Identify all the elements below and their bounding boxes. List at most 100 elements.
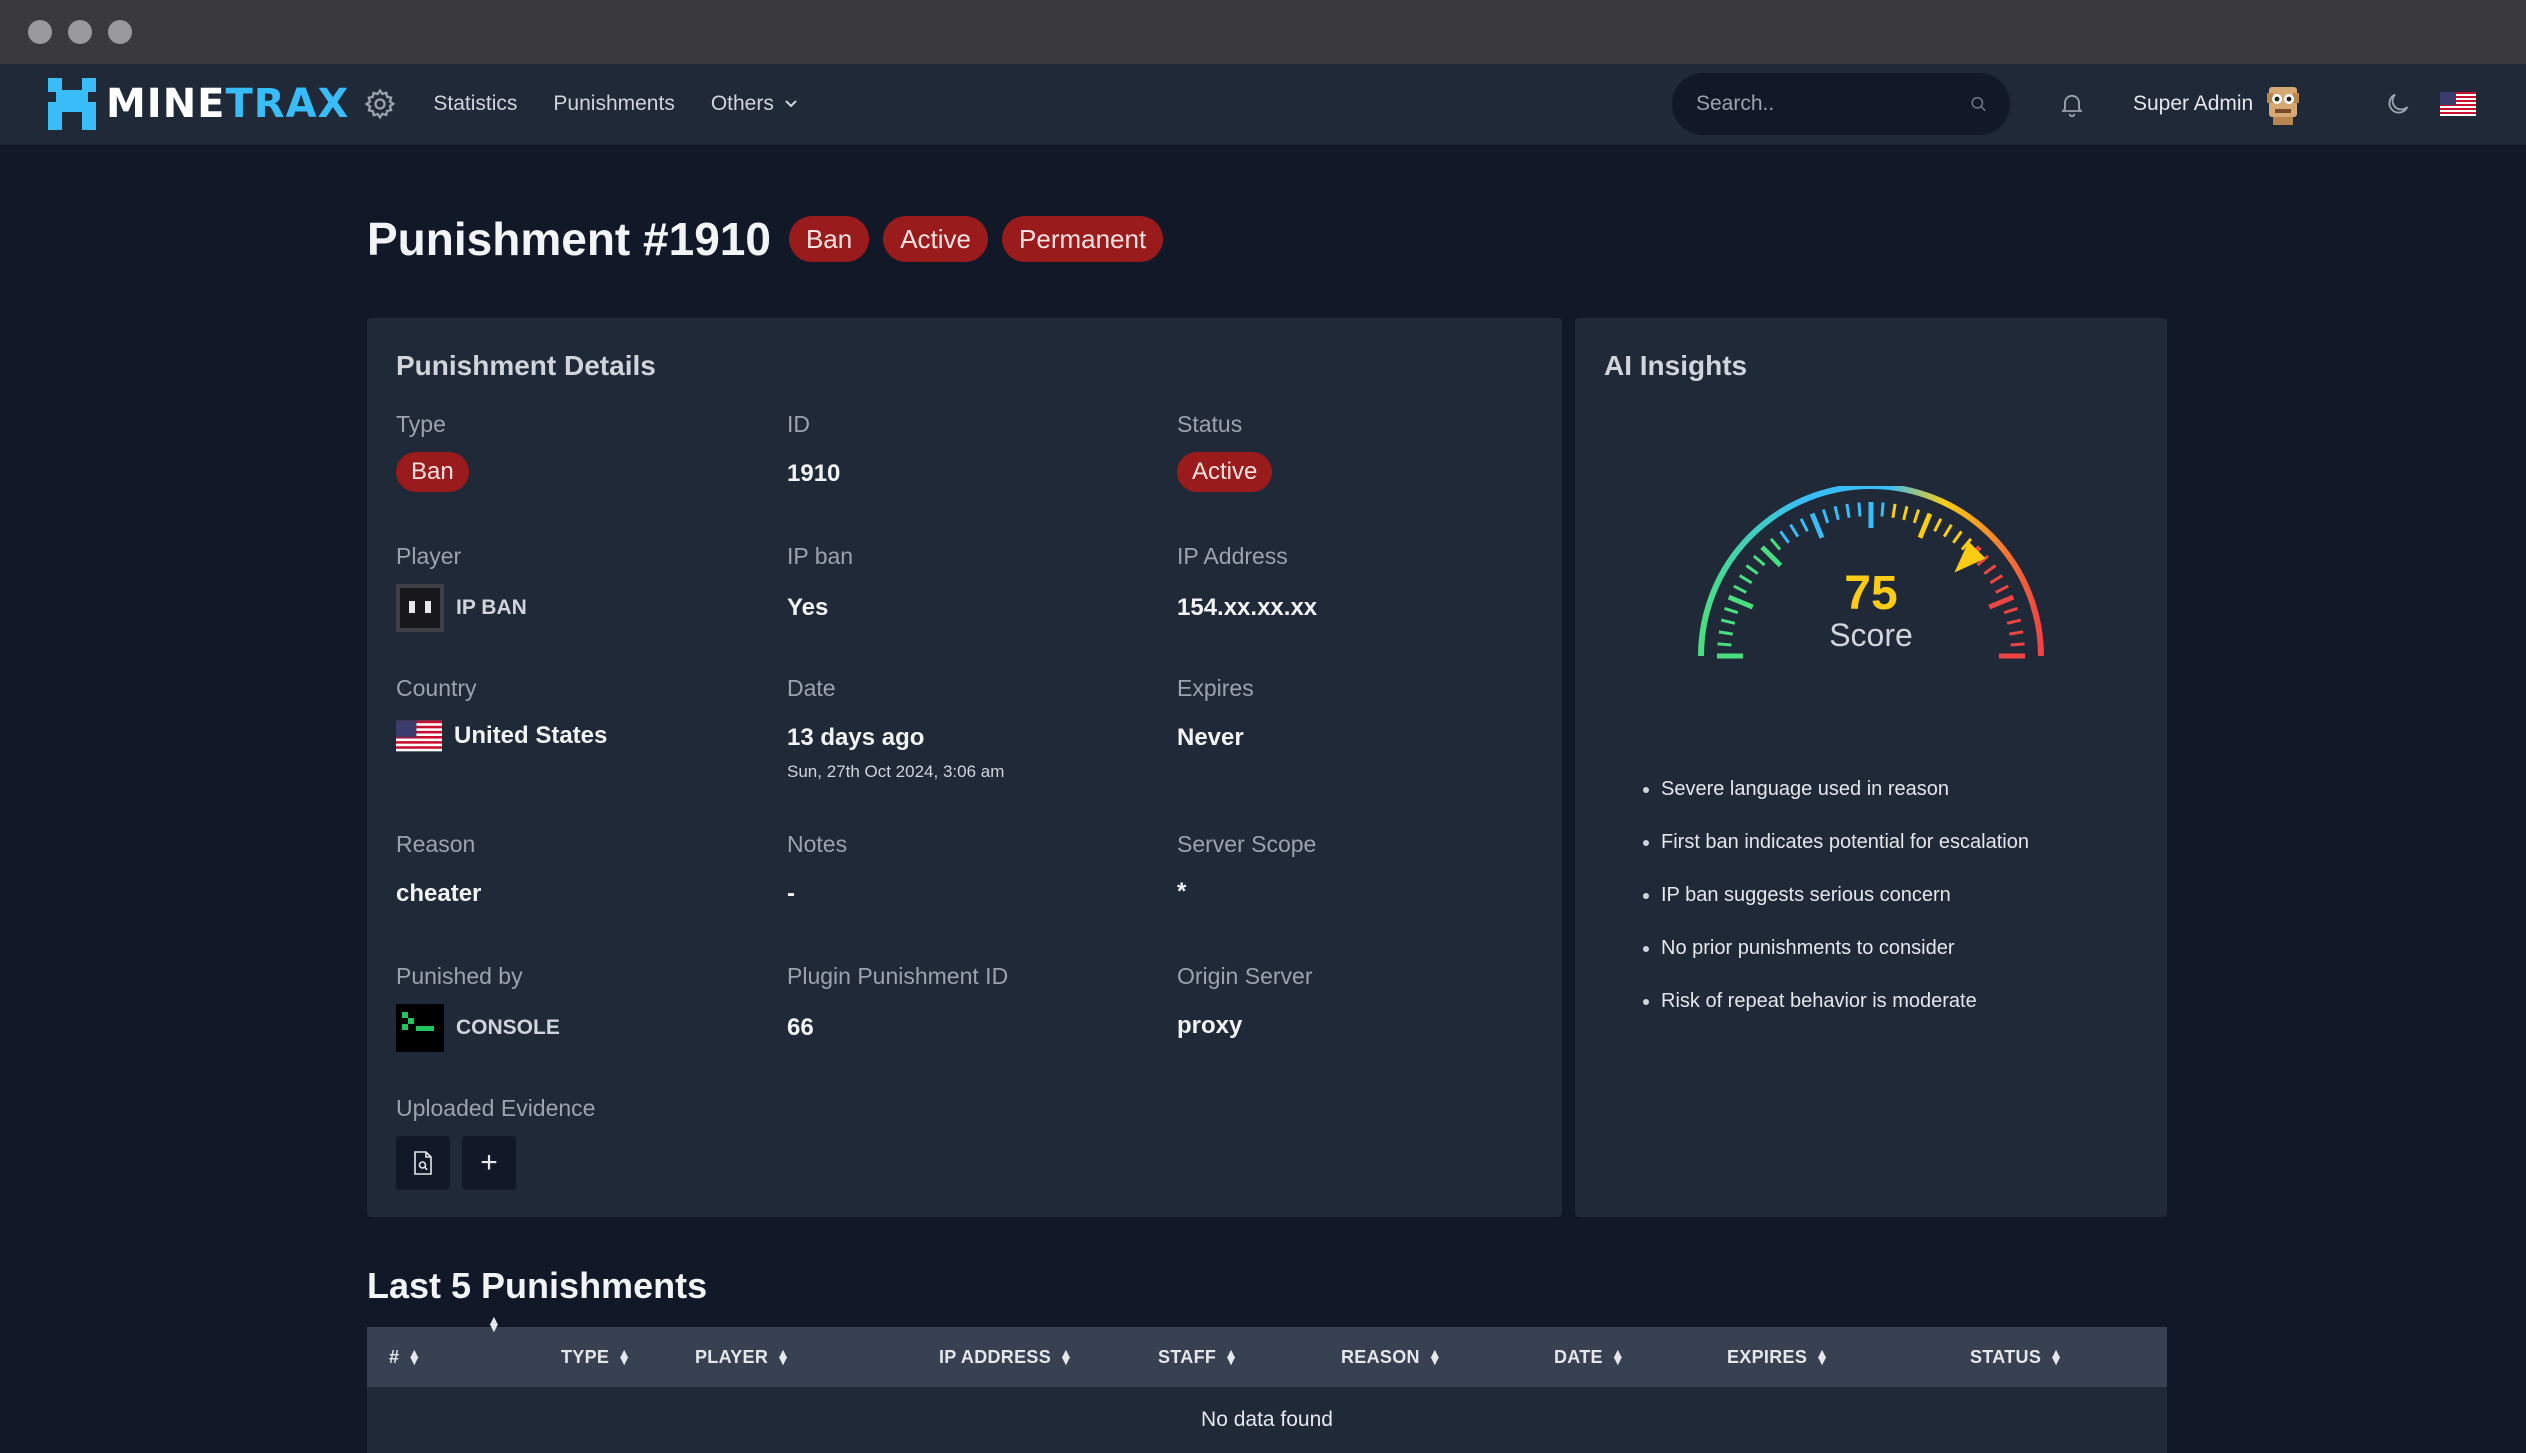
search-box[interactable] xyxy=(1672,73,2010,135)
gauge-tick xyxy=(1738,574,1753,585)
insight-item: IP ban suggests serious concern xyxy=(1661,884,2149,907)
window-zoom-button[interactable] xyxy=(108,20,132,44)
expires-field: Expires Never xyxy=(1177,675,1254,751)
punisher-link[interactable]: CONSOLE xyxy=(396,1004,560,1052)
gauge-tick xyxy=(1789,523,1800,538)
column-header-ip-address[interactable]: IP ADDRESS ▲ ▼ xyxy=(939,1346,1073,1368)
gauge-tick xyxy=(1857,502,1862,517)
insight-item: First ban indicates potential for escala… xyxy=(1661,831,2149,854)
sort-icon: ▲ ▼ xyxy=(407,1345,422,1368)
top-navbar: MINETRAX Statistics Punishments Others S… xyxy=(0,64,2526,145)
column-header-type[interactable]: TYPE ▲ ▼ xyxy=(561,1345,632,1368)
gear-icon[interactable] xyxy=(363,87,397,121)
gauge-tick xyxy=(1988,594,2015,610)
window-minimize-button[interactable] xyxy=(68,20,92,44)
gauge-tick xyxy=(1718,630,1733,636)
server-scope-field: Server Scope * xyxy=(1177,831,1317,905)
window-titlebar xyxy=(0,0,2526,64)
bell-icon xyxy=(2061,94,2083,118)
gauge-tick xyxy=(1833,505,1840,521)
sort-icon: ▲ ▼ xyxy=(1224,1345,1239,1368)
table-empty-row: No data found xyxy=(367,1387,2167,1453)
gauge-tick xyxy=(1745,564,1759,575)
gauge-tick xyxy=(1733,584,1747,594)
gauge-tick xyxy=(1912,509,1921,524)
plugin-punishment-id-field: Plugin Punishment ID 66 xyxy=(787,963,1009,1041)
player-link[interactable]: IP BAN xyxy=(396,584,527,632)
plus-icon: + xyxy=(480,1146,498,1179)
page-title: Punishment #1910 xyxy=(367,213,771,265)
gauge-tick xyxy=(1995,584,2009,594)
brand-name: MINETRAX xyxy=(106,81,350,127)
gauge-score-label: Score xyxy=(1829,617,1913,653)
sort-icon: ▲ ▼ xyxy=(1427,1345,1442,1368)
search-input[interactable] xyxy=(1694,91,1969,117)
nav-statistics-link[interactable]: Statistics xyxy=(433,92,517,116)
file-search-icon xyxy=(414,1151,432,1175)
column-header-reason[interactable]: REASON ▲ ▼ xyxy=(1341,1345,1442,1368)
details-card-title: Punishment Details xyxy=(396,350,656,381)
search-icon[interactable] xyxy=(1969,94,1988,114)
last-punishments-title: Last 5 Punishments xyxy=(367,1265,708,1306)
column-header-date[interactable]: DATE ▲ ▼ xyxy=(1554,1345,1626,1368)
column-header-staff[interactable]: STAFF ▲ ▼ xyxy=(1158,1345,1239,1368)
page-header: Punishment #1910 Ban Active Permanent xyxy=(367,212,1164,266)
gauge-tick xyxy=(1752,554,1766,567)
sort-icon: ▲ ▼ xyxy=(2049,1345,2064,1368)
last-punishments-table: # ▲ ▼ ▲ ▼ TYPE ▲ ▼ PLAYER ▲ ▼ IP ADDRESS ▲ ▼ STAF… xyxy=(367,1313,2167,1453)
gauge-tick xyxy=(1880,502,1885,517)
type-badge: Ban xyxy=(788,216,870,262)
score-gauge: 75 Score xyxy=(1698,486,2044,659)
avatar xyxy=(2267,87,2300,125)
moon-icon xyxy=(2388,93,2409,114)
column-header-expires[interactable]: EXPIRES ▲ ▼ xyxy=(1727,1346,1829,1368)
gauge-tick xyxy=(1717,642,1732,647)
punishment-details-card: Punishment Details Type Ban ID 1910 Stat… xyxy=(367,318,1562,1217)
column-header-player[interactable]: PLAYER ▲ ▼ xyxy=(695,1345,791,1368)
column-header-status[interactable]: STATUS ▲ ▼ xyxy=(1970,1345,2064,1368)
gauge-tick xyxy=(2010,642,2025,647)
country-field: Country United States xyxy=(396,675,607,752)
minetrax-logo-icon xyxy=(48,78,96,130)
gauge-tick xyxy=(1989,574,2004,585)
chevron-down-icon xyxy=(785,100,797,108)
gauge-tick xyxy=(2009,630,2024,636)
status-value-badge: Active xyxy=(1177,452,1273,492)
punished-by-field: Punished by CONSOLE xyxy=(396,963,560,1052)
insight-item: No prior punishments to consider xyxy=(1661,937,2149,960)
evidence-field: Uploaded Evidence + xyxy=(396,1095,595,1190)
id-field: ID 1910 xyxy=(787,411,841,487)
gauge-tick xyxy=(1760,545,1783,568)
table-header: # ▲ ▼ ▲ ▼ TYPE ▲ ▼ PLAYER ▲ ▼ IP ADDRESS ▲ ▼ STAF… xyxy=(367,1313,2167,1387)
sort-icon: ▲ ▼ xyxy=(617,1345,632,1368)
gauge-tick xyxy=(1821,509,1830,524)
gauge-tick xyxy=(1983,564,1997,575)
date-field: Date 13 days ago Sun, 27th Oct 2024, 3:0… xyxy=(787,675,1005,781)
console-avatar xyxy=(396,1004,444,1052)
nav-others-dropdown[interactable]: Others xyxy=(711,92,798,116)
column-header-blank[interactable]: ▲ ▼ xyxy=(479,1313,501,1334)
nav-punishments-link[interactable]: Punishments xyxy=(553,92,674,116)
language-selector[interactable] xyxy=(2440,64,2476,144)
ip-address-field: IP Address 154.xx.xx.xx xyxy=(1177,543,1318,621)
insight-item: Severe language used in reason xyxy=(1661,778,2149,801)
user-menu[interactable]: Super Admin xyxy=(2133,64,2303,144)
origin-server-field: Origin Server proxy xyxy=(1177,963,1313,1039)
theme-toggle-button[interactable] xyxy=(2384,64,2412,144)
gauge-tick xyxy=(1809,512,1825,539)
column-header-id[interactable]: # ▲ ▼ xyxy=(389,1345,422,1368)
gauge-tick xyxy=(1952,530,1963,544)
view-evidence-button[interactable] xyxy=(396,1136,450,1190)
ip-ban-field: IP ban Yes xyxy=(787,543,854,621)
gauge-tick xyxy=(1769,537,1782,551)
gauge-tick xyxy=(1779,530,1790,544)
us-flag-icon xyxy=(2440,92,2476,116)
notifications-button[interactable] xyxy=(2058,64,2086,144)
sort-icon: ▲ ▼ xyxy=(776,1345,791,1368)
add-evidence-button[interactable]: + xyxy=(462,1136,516,1190)
sort-icon: ▲ ▼ xyxy=(1610,1345,1626,1368)
type-value-badge: Ban xyxy=(396,452,469,492)
brand-logo[interactable]: MINETRAX xyxy=(46,76,349,132)
window-close-button[interactable] xyxy=(28,20,52,44)
gauge-tick xyxy=(1933,518,1943,532)
